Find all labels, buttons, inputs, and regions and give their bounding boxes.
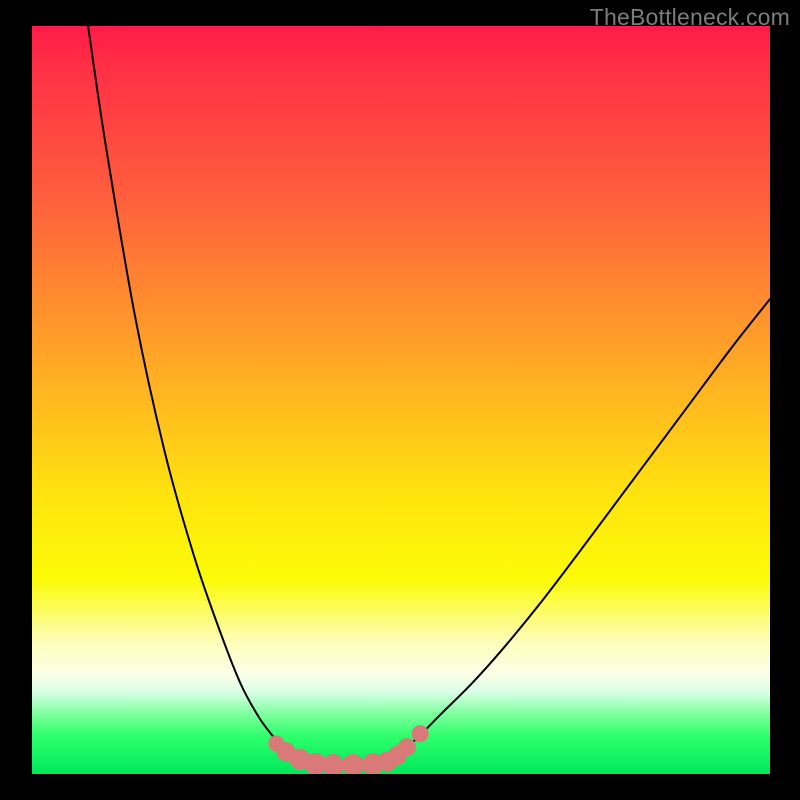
highlight-dot: [412, 725, 429, 742]
highlight-dot: [342, 754, 364, 774]
chart-frame: TheBottleneck.com: [0, 0, 800, 800]
plot-area: [32, 26, 770, 774]
highlight-dot: [322, 754, 344, 774]
curve-layer: [32, 26, 770, 774]
left-curve: [88, 26, 306, 761]
highlight-dot: [398, 738, 416, 756]
right-curve: [383, 299, 770, 763]
highlight-dots: [268, 725, 428, 774]
